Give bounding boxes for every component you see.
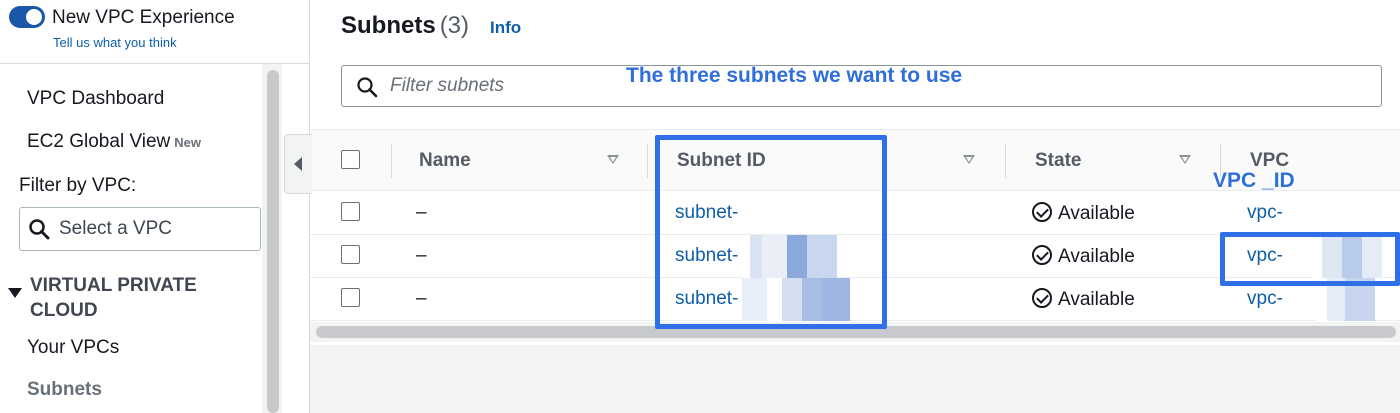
search-icon [29, 219, 50, 240]
state-cell: Available [1032, 245, 1135, 268]
annotation-highlight-subnet-ids [655, 135, 887, 329]
check-circle-icon [1032, 288, 1052, 308]
page-title-text: Subnets [341, 12, 436, 39]
main-content: Subnets (3) Info Filter subnets Name Subn… [310, 0, 1400, 413]
check-circle-icon [1032, 245, 1052, 265]
column-divider [647, 144, 648, 178]
check-circle-icon [1032, 202, 1052, 222]
sort-icon[interactable] [607, 155, 619, 164]
filter-by-vpc-label: Filter by VPC: [19, 175, 137, 196]
state-text: Available [1058, 203, 1135, 224]
sidebar: New VPC Experience Tell us what you thin… [0, 0, 310, 413]
row-checkbox[interactable] [341, 202, 360, 221]
chevron-left-icon [294, 157, 302, 171]
section-title-virtual-private-cloud[interactable]: VIRTUAL PRIVATE CLOUD [30, 273, 260, 323]
column-divider [1005, 144, 1006, 178]
state-text: Available [1058, 246, 1135, 267]
nav-subnets[interactable]: Subnets [27, 379, 102, 401]
subnet-count: (3) [439, 12, 470, 39]
nav-your-vpcs[interactable]: Your VPCs [27, 337, 119, 359]
column-header-state[interactable]: State [1035, 150, 1081, 172]
nav-ec2-global-view-label: EC2 Global View [27, 131, 171, 152]
vpc-select[interactable]: Select a VPC [19, 207, 261, 251]
vpc-id-link[interactable]: vpc- [1247, 288, 1283, 310]
row-name: – [416, 245, 427, 266]
sort-icon[interactable] [1179, 155, 1191, 164]
state-cell: Available [1032, 288, 1135, 311]
toggle-knob [26, 9, 42, 25]
feedback-link[interactable]: Tell us what you think [53, 35, 177, 50]
state-text: Available [1058, 289, 1135, 310]
state-cell: Available [1032, 202, 1135, 225]
row-name: – [416, 288, 427, 309]
experience-title: New VPC Experience [52, 7, 235, 28]
filter-placeholder: Filter subnets [390, 75, 505, 96]
info-link[interactable]: Info [490, 18, 521, 38]
subnets-panel: Subnets (3) Info Filter subnets Name Subn… [310, 0, 1400, 345]
nav-ec2-global-view[interactable]: EC2 Global View New [27, 131, 201, 153]
column-header-name[interactable]: Name [419, 150, 471, 172]
new-badge: New [174, 135, 202, 150]
annotation-vpc-id: VPC _ID [1213, 169, 1295, 192]
nav-vpc-dashboard[interactable]: VPC Dashboard [27, 88, 164, 110]
search-icon [357, 77, 378, 98]
select-all-checkbox[interactable] [341, 150, 360, 169]
sort-icon[interactable] [963, 155, 975, 164]
collapse-sidebar-button[interactable] [284, 134, 312, 194]
caret-down-icon[interactable] [8, 288, 22, 298]
column-divider [391, 144, 392, 178]
row-checkbox[interactable] [341, 288, 360, 307]
row-name: – [416, 202, 427, 223]
vpc-select-placeholder: Select a VPC [59, 218, 172, 239]
page-title: Subnets (3) [341, 12, 469, 40]
sidebar-scrollbar-thumb[interactable] [267, 70, 279, 413]
vpc-id-link[interactable]: vpc- [1247, 202, 1283, 224]
new-experience-toggle[interactable] [9, 6, 45, 28]
row-checkbox[interactable] [341, 245, 360, 264]
annotation-highlight-vpc-id [1220, 232, 1400, 286]
annotation-three-subnets: The three subnets we want to use [626, 64, 963, 87]
